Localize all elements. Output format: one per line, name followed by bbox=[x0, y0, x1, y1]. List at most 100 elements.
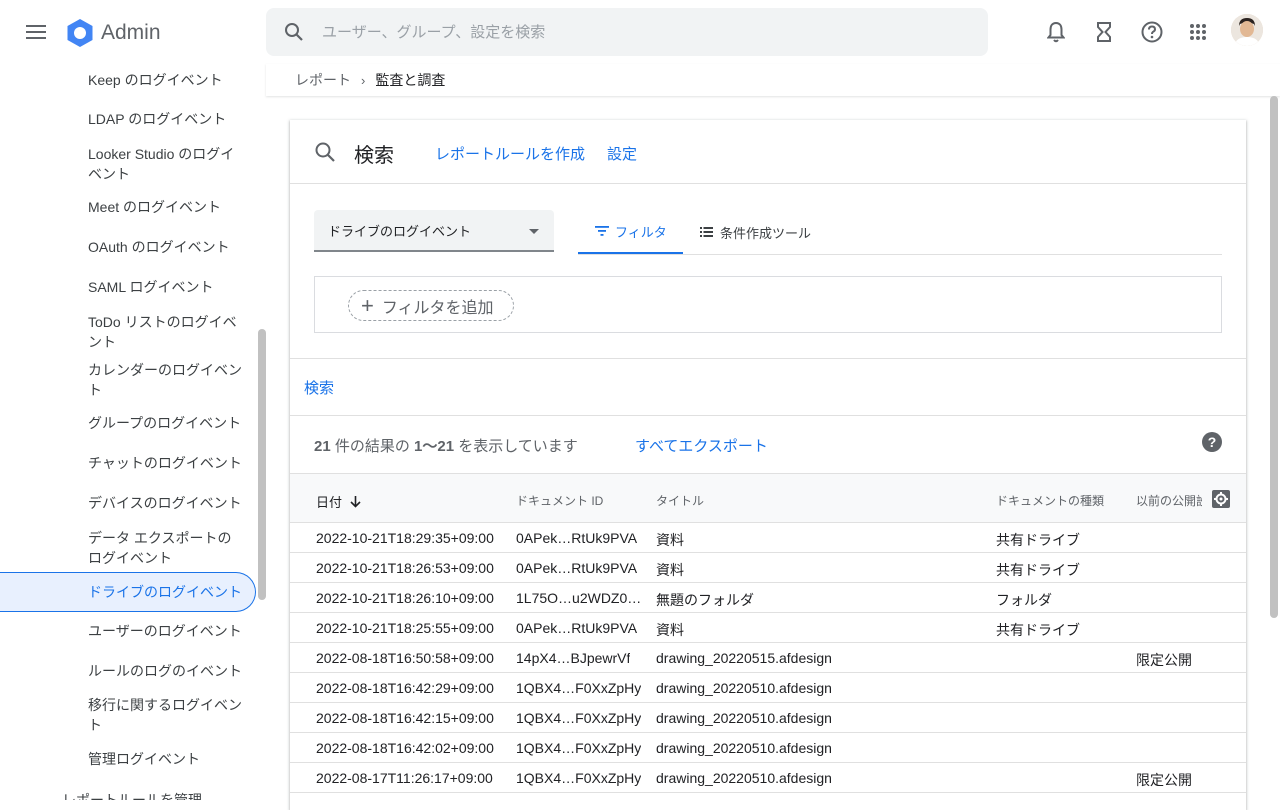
sidebar-item-data-export[interactable]: データ エクスポートのログイベント bbox=[0, 528, 256, 568]
dropdown-arrow-icon bbox=[529, 229, 539, 234]
data-source-select[interactable]: ドライブのログイベント bbox=[314, 210, 554, 252]
sidebar-item-groups[interactable]: グループのログイベント bbox=[0, 413, 256, 433]
cell-date: 2022-10-21T18:26:53+09:00 bbox=[316, 560, 494, 576]
sidebar-item-todo[interactable]: ToDo リストのログイベント bbox=[0, 312, 256, 352]
sidebar-item-users[interactable]: ユーザーのログイベント bbox=[0, 621, 256, 641]
settings-link[interactable]: 設定 bbox=[607, 143, 637, 164]
avatar[interactable] bbox=[1231, 14, 1263, 46]
filter-icon bbox=[595, 226, 609, 236]
list-icon bbox=[700, 227, 713, 237]
column-header-doc-type[interactable]: ドキュメントの種類 bbox=[996, 492, 1104, 509]
cell-title: 資料 bbox=[656, 532, 684, 548]
cell-doc-id: 1QBX4…F0XxZpHy bbox=[516, 770, 642, 786]
cell-date: 2022-08-18T16:42:29+09:00 bbox=[316, 680, 494, 696]
filter-area: + フィルタを追加 bbox=[314, 276, 1222, 333]
hourglass-icon[interactable] bbox=[1086, 14, 1122, 50]
search-input[interactable] bbox=[322, 23, 922, 41]
search-card: 検索 レポートルールを作成 設定 ドライブのログイベント フィルタ 条件作成ツー… bbox=[290, 120, 1246, 810]
breadcrumb-reports[interactable]: レポート bbox=[295, 70, 351, 90]
sidebar-item-ldap[interactable]: LDAP のログイベント bbox=[0, 109, 256, 129]
sidebar-item-saml[interactable]: SAML ログイベント bbox=[0, 277, 256, 297]
cell-title: drawing_20220510.afdesign bbox=[656, 770, 832, 786]
results-total: 21 bbox=[314, 438, 331, 455]
help-icon[interactable]: ? bbox=[1202, 432, 1222, 452]
help-icon[interactable] bbox=[1134, 14, 1170, 50]
sidebar-item-rules[interactable]: ルールのログのイベント bbox=[0, 661, 256, 681]
cell-date: 2022-10-21T18:29:35+09:00 bbox=[316, 530, 494, 546]
table-row[interactable]: 2022-10-21T18:29:35+09:00 0APek…RtUk9PVA… bbox=[290, 523, 1246, 553]
sidebar-item-calendar[interactable]: カレンダーのログイベント bbox=[0, 360, 256, 400]
menu-icon[interactable] bbox=[20, 16, 52, 48]
sidebar-item-meet[interactable]: Meet のログイベント bbox=[0, 197, 256, 217]
bell-icon[interactable] bbox=[1038, 14, 1074, 50]
sidebar-item-devices[interactable]: デバイスのログイベント bbox=[0, 493, 256, 513]
breadcrumb: レポート › 監査と調査 bbox=[266, 64, 1280, 96]
export-all-link[interactable]: すべてエクスポート bbox=[635, 435, 768, 456]
cell-date: 2022-08-18T16:42:02+09:00 bbox=[316, 740, 494, 756]
cell-doc-id: 1QBX4…F0XxZpHy bbox=[516, 680, 642, 696]
column-header-doc-id[interactable]: ドキュメント ID bbox=[516, 492, 603, 509]
table-header: 日付 ドキュメント ID タイトル ドキュメントの種類 以前の公開設定 bbox=[290, 473, 1246, 523]
cell-date: 2022-10-21T18:25:55+09:00 bbox=[316, 620, 494, 636]
column-header-prev-visibility[interactable]: 以前の公開設定 bbox=[1136, 492, 1202, 509]
global-search[interactable] bbox=[266, 8, 988, 56]
cell-doc-id: 1QBX4…F0XxZpHy bbox=[516, 740, 642, 756]
table-row[interactable]: 2022-10-21T18:26:10+09:00 1L75O…u2WDZ0… … bbox=[290, 583, 1246, 613]
cell-title: 資料 bbox=[656, 622, 684, 638]
cell-date: 2022-08-18T16:42:15+09:00 bbox=[316, 710, 494, 726]
results-summary: 21 件の結果の 1〜21 を表示しています bbox=[314, 435, 578, 456]
sidebar-item-looker-studio[interactable]: Looker Studio のログイベント bbox=[0, 144, 256, 184]
tab-condition-builder[interactable]: 条件作成ツール bbox=[700, 210, 830, 254]
plus-icon: + bbox=[361, 292, 374, 318]
table-row[interactable]: 2022-10-21T18:25:55+09:00 0APek…RtUk9PVA… bbox=[290, 613, 1246, 643]
data-source-value: ドライブのログイベント bbox=[328, 223, 472, 239]
apps-grid-icon[interactable] bbox=[1180, 14, 1216, 50]
sidebar-scrollbar[interactable] bbox=[258, 329, 266, 600]
manage-rules-link[interactable]: レポートルールを管理 bbox=[62, 790, 202, 800]
table-row[interactable]: 2022-08-18T16:42:02+09:00 1QBX4…F0XxZpHy… bbox=[290, 733, 1246, 763]
table-row[interactable]: 2022-08-18T16:50:58+09:00 14pX4…BJpewrVf… bbox=[290, 643, 1246, 673]
results-range: 1〜21 bbox=[414, 438, 455, 455]
cell-title: 無題のフォルダ bbox=[656, 592, 754, 608]
cell-doc-id: 14pX4…BJpewrVf bbox=[516, 650, 631, 666]
cell-doc-id: 0APek…RtUk9PVA bbox=[516, 620, 638, 636]
cell-doc-id: 1QBX4…F0XxZpHy bbox=[516, 710, 642, 726]
column-header-title[interactable]: タイトル bbox=[656, 492, 704, 509]
sidebar-item-keep[interactable]: Keep のログイベント bbox=[0, 70, 256, 90]
column-header-date[interactable]: 日付 bbox=[316, 492, 361, 511]
chevron-right-icon: › bbox=[361, 72, 366, 88]
cell-doc-type: 共有ドライブ bbox=[996, 532, 1080, 548]
search-icon[interactable] bbox=[266, 22, 322, 42]
tab-filter[interactable]: フィルタ bbox=[578, 210, 683, 254]
table-row[interactable]: 2022-10-21T18:26:53+09:00 0APek…RtUk9PVA… bbox=[290, 553, 1246, 583]
cell-title: 資料 bbox=[656, 562, 684, 578]
table-row[interactable]: 2022-08-18T16:42:29+09:00 1QBX4…F0XxZpHy… bbox=[290, 673, 1246, 703]
admin-logo[interactable]: Admin bbox=[64, 17, 161, 49]
arrow-down-icon bbox=[350, 495, 361, 508]
search-button[interactable]: 検索 bbox=[304, 377, 334, 398]
table-row[interactable]: 2022-08-17T11:26:17+09:00 1QBX4…F0XxZpHy… bbox=[290, 763, 1246, 793]
table-row[interactable]: 2022-08-18T16:42:15+09:00 1QBX4…F0XxZpHy… bbox=[290, 703, 1246, 733]
cell-title: drawing_20220510.afdesign bbox=[656, 680, 832, 696]
page-scrollbar[interactable] bbox=[1270, 96, 1278, 618]
cell-doc-id: 1L75O…u2WDZ0… bbox=[516, 590, 642, 606]
sidebar-item-migration[interactable]: 移行に関するログイベント bbox=[0, 695, 256, 735]
cell-doc-type: フォルダ bbox=[996, 592, 1052, 608]
sidebar-item-drive[interactable]: ドライブのログイベント bbox=[0, 572, 256, 612]
cell-date: 2022-08-17T11:26:17+09:00 bbox=[316, 770, 493, 786]
create-rule-link[interactable]: レポートルールを作成 bbox=[435, 143, 585, 164]
column-date-label: 日付 bbox=[316, 495, 343, 510]
add-filter-button[interactable]: + フィルタを追加 bbox=[348, 290, 514, 321]
cell-prev-visibility: 限定公開 bbox=[1136, 772, 1192, 788]
sidebar-item-admin[interactable]: 管理ログイベント bbox=[0, 749, 256, 769]
cell-doc-type: 共有ドライブ bbox=[996, 562, 1080, 578]
card-header: 検索 レポートルールを作成 設定 bbox=[290, 120, 1246, 184]
cell-title: drawing_20220515.afdesign bbox=[656, 650, 832, 666]
sidebar-item-oauth[interactable]: OAuth のログイベント bbox=[0, 237, 256, 257]
results-prefix: 件の結果の bbox=[330, 438, 415, 455]
sidebar-item-chat[interactable]: チャットのログイベント bbox=[0, 453, 256, 473]
gear-icon[interactable] bbox=[1212, 490, 1230, 513]
add-filter-label: フィルタを追加 bbox=[381, 299, 494, 317]
top-bar: Admin bbox=[0, 0, 1280, 64]
admin-logo-icon bbox=[67, 19, 93, 47]
